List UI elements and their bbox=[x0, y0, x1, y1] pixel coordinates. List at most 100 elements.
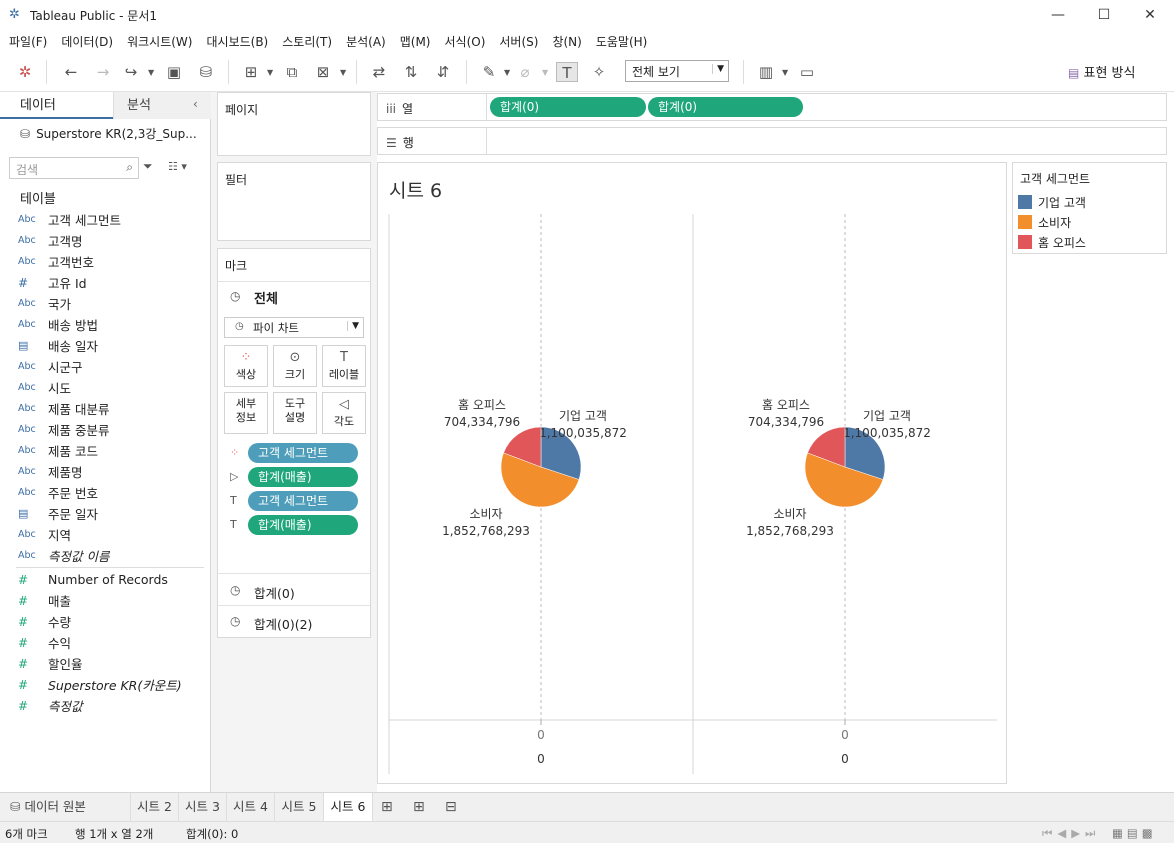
tab-sheet-6[interactable]: 시트 6 bbox=[324, 793, 373, 822]
menu-story[interactable]: 스토리(T) bbox=[282, 33, 332, 50]
size-button[interactable]: ⊙ 크기 bbox=[273, 345, 317, 387]
pin-icon[interactable]: ✧ bbox=[588, 62, 610, 82]
column-pill-2[interactable]: 합계(0) bbox=[648, 97, 803, 117]
show-labels-icon[interactable]: T bbox=[556, 62, 578, 82]
dimension-field[interactable]: Abc 주문 번호 bbox=[18, 482, 98, 503]
column-pill-1[interactable]: 합계(0) bbox=[490, 97, 646, 117]
marks-sub-1[interactable]: 합계(0) bbox=[254, 583, 295, 602]
highlight-icon[interactable]: ✎ bbox=[478, 62, 500, 82]
sort-ascending-icon[interactable]: ⇅ bbox=[400, 62, 422, 82]
dimension-field[interactable]: # 고유 Id bbox=[18, 272, 87, 293]
dimension-field[interactable]: Abc 국가 bbox=[18, 293, 71, 314]
legend-item-home-office[interactable]: 홈 오피스 bbox=[1018, 234, 1086, 250]
pages-shelf[interactable]: 페이지 bbox=[217, 92, 371, 156]
menu-server[interactable]: 서버(S) bbox=[499, 33, 538, 50]
rows-shelf[interactable]: ☰ 행 bbox=[377, 127, 1167, 155]
view-mode-icons[interactable]: ▦▤▩ bbox=[1112, 826, 1157, 840]
marks-all-label[interactable]: 전체 bbox=[254, 288, 278, 307]
dimension-field[interactable]: Abc 고객명 bbox=[18, 230, 83, 251]
chevron-down-icon[interactable]: ▼ bbox=[148, 68, 154, 77]
dimension-field[interactable]: Abc 제품 코드 bbox=[18, 440, 98, 461]
legend-item-corporate[interactable]: 기업 고객 bbox=[1018, 194, 1086, 210]
tab-sheet-2[interactable]: 시트 2 bbox=[131, 793, 179, 822]
dimension-field[interactable]: Abc 제품 대분류 bbox=[18, 398, 109, 419]
chevron-down-icon[interactable]: ▼ bbox=[782, 68, 788, 77]
tooltip-button[interactable]: 도구 설명 bbox=[273, 392, 317, 434]
duplicate-sheet-icon[interactable]: ⧉ bbox=[281, 62, 303, 82]
measure-field[interactable]: # Number of Records bbox=[18, 569, 168, 590]
measure-field[interactable]: # 할인율 bbox=[18, 653, 83, 674]
dimension-field[interactable]: Abc 배송 방법 bbox=[18, 314, 98, 335]
menu-data[interactable]: 데이터(D) bbox=[61, 33, 113, 50]
dimension-field[interactable]: Abc 고객 세그먼트 bbox=[18, 209, 121, 230]
filter-icon[interactable]: ⏷ bbox=[143, 159, 153, 174]
filters-shelf[interactable]: 필터 bbox=[217, 162, 371, 241]
dimension-field[interactable]: Abc 고객번호 bbox=[18, 251, 94, 272]
dimension-field[interactable]: Abc 시군구 bbox=[18, 356, 83, 377]
legend-item-consumer[interactable]: 소비자 bbox=[1018, 214, 1071, 230]
collapse-icon[interactable]: ‹ bbox=[193, 97, 198, 111]
page-nav-icons[interactable]: ⏮◀▶⏭ bbox=[1042, 826, 1100, 841]
tab-sheet-5[interactable]: 시트 5 bbox=[275, 793, 324, 822]
angle-button[interactable]: ◁ 각도 bbox=[322, 392, 366, 434]
new-story-icon[interactable]: ⊟ bbox=[445, 799, 457, 815]
tab-sheet-3[interactable]: 시트 3 bbox=[179, 793, 227, 822]
show-cards-icon[interactable]: ▥ bbox=[755, 62, 777, 82]
menu-help[interactable]: 도움말(H) bbox=[596, 33, 648, 50]
menu-analysis[interactable]: 분석(A) bbox=[346, 33, 386, 50]
detail-button[interactable]: 세부 정보 bbox=[224, 392, 268, 434]
clear-sheet-icon[interactable]: ⊠ bbox=[312, 62, 334, 82]
menu-window[interactable]: 창(N) bbox=[552, 33, 581, 50]
group-icon[interactable]: ⌀ bbox=[514, 62, 536, 82]
sort-descending-icon[interactable]: ⇵ bbox=[432, 62, 454, 82]
search-input[interactable]: 검색 ⌕ bbox=[9, 157, 139, 179]
new-worksheet-icon[interactable]: ⊞ bbox=[381, 799, 393, 815]
menu-map[interactable]: 맵(M) bbox=[400, 33, 431, 50]
menu-dashboard[interactable]: 대시보드(B) bbox=[206, 33, 268, 50]
chevron-down-icon[interactable]: ▼ bbox=[340, 68, 346, 77]
dimension-field[interactable]: Abc 지역 bbox=[18, 524, 71, 545]
dimension-field[interactable]: Abc 제품명 bbox=[18, 461, 83, 482]
mark-type-select[interactable]: ◷ 파이 차트 ▼ bbox=[224, 317, 364, 338]
save-icon[interactable]: ▣ bbox=[163, 62, 185, 82]
datasource-item[interactable]: ⛁ Superstore KR(2,3강_Sup... bbox=[20, 125, 197, 142]
dimension-field[interactable]: Abc 제품 중분류 bbox=[18, 419, 109, 440]
undo-icon[interactable]: ← bbox=[60, 62, 82, 82]
chevron-down-icon[interactable]: ▼ bbox=[542, 68, 548, 77]
measure-field[interactable]: # 수량 bbox=[18, 611, 71, 632]
tab-sheet-4[interactable]: 시트 4 bbox=[227, 793, 275, 822]
marks-sub-2[interactable]: 합계(0)(2) bbox=[254, 614, 312, 633]
swap-rows-columns-icon[interactable]: ⇄ bbox=[368, 62, 390, 82]
measure-field[interactable]: # 매출 bbox=[18, 590, 71, 611]
menu-format[interactable]: 서식(O) bbox=[445, 33, 486, 50]
color-button[interactable]: ⁘ 색상 bbox=[224, 345, 268, 387]
mark-pill-sales-angle[interactable]: 합계(매출) bbox=[248, 467, 358, 487]
chevron-down-icon[interactable]: ▼ bbox=[267, 68, 273, 77]
chevron-down-icon[interactable]: ▼ bbox=[504, 68, 510, 77]
redo-history-icon[interactable]: ↪ bbox=[120, 62, 142, 82]
tab-datasource[interactable]: ⛁ 데이터 원본 bbox=[0, 793, 131, 822]
tab-data[interactable]: 데이터 bbox=[0, 92, 113, 119]
menu-worksheet[interactable]: 워크시트(W) bbox=[127, 33, 192, 50]
minimize-button[interactable]: — bbox=[1035, 0, 1081, 30]
close-button[interactable]: ✕ bbox=[1127, 0, 1173, 30]
list-view-icon[interactable]: ☷ ▾ bbox=[168, 160, 187, 173]
columns-shelf[interactable]: iii 열 합계(0) 합계(0) bbox=[377, 93, 1167, 121]
dimension-field[interactable]: ▤ 주문 일자 bbox=[18, 503, 98, 524]
dimension-field[interactable]: ▤ 배송 일자 bbox=[18, 335, 98, 356]
presentation-mode-icon[interactable]: ▭ bbox=[796, 62, 818, 82]
measure-field[interactable]: # 수익 bbox=[18, 632, 71, 653]
new-datasource-icon[interactable]: ⛁ bbox=[195, 62, 217, 82]
mark-pill-segment-color[interactable]: 고객 세그먼트 bbox=[248, 443, 358, 463]
mark-pill-sales-label[interactable]: 합계(매출) bbox=[248, 515, 358, 535]
menu-file[interactable]: 파일(F) bbox=[9, 33, 47, 50]
label-button[interactable]: T 레이블 bbox=[322, 345, 366, 387]
maximize-button[interactable]: ☐ bbox=[1081, 0, 1127, 30]
redo-icon[interactable]: → bbox=[92, 62, 114, 82]
mark-pill-segment-label[interactable]: 고객 세그먼트 bbox=[248, 491, 358, 511]
dimension-field[interactable]: Abc 측정값 이름 bbox=[18, 545, 109, 566]
fit-select[interactable]: 전체 보기 ▼ bbox=[625, 60, 729, 82]
dimension-field[interactable]: Abc 시도 bbox=[18, 377, 71, 398]
new-dashboard-icon[interactable]: ⊞ bbox=[413, 799, 425, 815]
tableau-home-icon[interactable]: ✲ bbox=[14, 62, 36, 82]
